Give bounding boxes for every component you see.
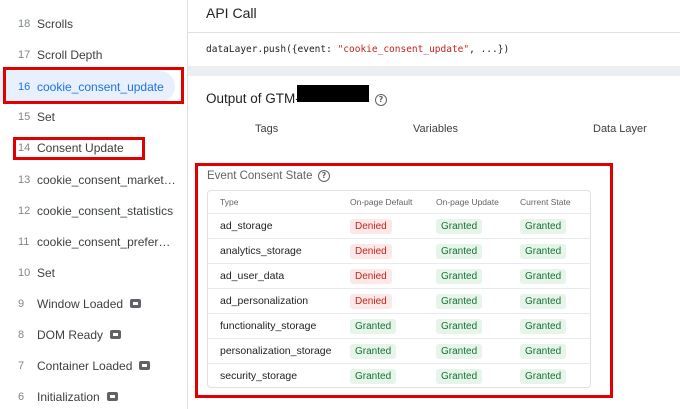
event-item-window-loaded[interactable]: 9 Window Loaded	[0, 288, 188, 319]
event-number: 12	[18, 204, 31, 217]
event-number: 17	[18, 48, 31, 61]
event-number: 15	[18, 110, 31, 123]
event-number: 18	[18, 17, 31, 30]
column-header-on-page-default: On-page Default	[350, 197, 413, 207]
output-tabs: Tags Variables Data Layer	[188, 114, 680, 142]
table-row: security_storage Granted Granted Granted	[208, 363, 590, 387]
event-item-set-2[interactable]: 10 Set	[0, 257, 188, 288]
event-label: Initialization	[37, 389, 100, 404]
event-item-cookie-consent-marketing[interactable]: 13 cookie_consent_marketing	[0, 164, 188, 195]
event-label: cookie_consent_preferences	[37, 234, 177, 249]
status-badge: Granted	[436, 243, 483, 259]
event-number: 11	[18, 235, 30, 248]
highlight-box-consent-update	[13, 137, 145, 160]
help-icon[interactable]: ?	[375, 94, 387, 106]
column-header-type: Type	[220, 197, 239, 207]
event-label: Container Loaded	[37, 358, 133, 373]
event-label: cookie_consent_statistics	[37, 203, 174, 218]
event-number: 10	[18, 266, 31, 279]
event-number: 9	[18, 297, 25, 310]
table-row: functionality_storage Granted Granted Gr…	[208, 313, 590, 338]
status-badge: Granted	[520, 318, 567, 334]
event-number: 6	[18, 390, 25, 403]
tab-tags[interactable]: Tags	[255, 123, 278, 135]
table-row: personalization_storage Granted Granted …	[208, 338, 590, 363]
consent-state-title: Event Consent State	[207, 170, 313, 182]
event-item-scrolls[interactable]: 18 Scrolls	[0, 8, 188, 39]
status-badge: Granted	[520, 268, 567, 284]
consent-type: ad_personalization	[220, 295, 309, 307]
status-badge: Granted	[436, 218, 483, 234]
status-badge: Granted	[436, 268, 483, 284]
status-badge: Denied	[350, 268, 392, 284]
event-number: 7	[18, 359, 25, 372]
table-row: analytics_storage Denied Granted Granted	[208, 238, 590, 263]
code-prefix: dataLayer.push({event:	[206, 44, 338, 55]
event-item-cookie-consent-preferences[interactable]: 11 cookie_consent_preferences	[0, 226, 188, 257]
api-call-code: dataLayer.push({event: "cookie_consent_u…	[188, 32, 680, 66]
status-badge: Denied	[350, 218, 392, 234]
status-badge: Granted	[520, 368, 567, 384]
tab-variables[interactable]: Variables	[413, 123, 458, 135]
event-label: Set	[37, 109, 56, 124]
help-icon[interactable]: ?	[318, 170, 330, 182]
status-badge: Granted	[350, 368, 397, 384]
tag-assistant-window: 18 Scrolls 17 Scroll Depth 16 cookie_con…	[0, 0, 680, 409]
event-consent-state-panel: Event Consent State ? Type On-page Defau…	[195, 163, 613, 398]
status-badge: Granted	[350, 343, 397, 359]
consent-type: ad_user_data	[220, 270, 285, 282]
event-timeline-sidebar: 18 Scrolls 17 Scroll Depth 16 cookie_con…	[0, 0, 188, 409]
status-badge: Granted	[436, 368, 483, 384]
event-item-initialization[interactable]: 6 Initialization	[0, 381, 188, 409]
event-label: Scroll Depth	[37, 47, 103, 62]
table-row: ad_user_data Denied Granted Granted	[208, 263, 590, 288]
api-call-icon	[130, 299, 142, 308]
event-number: 8	[18, 328, 25, 341]
event-item-set[interactable]: 15 Set	[0, 101, 188, 132]
event-label: cookie_consent_marketing	[37, 172, 177, 187]
event-item-cookie-consent-statistics[interactable]: 12 cookie_consent_statistics	[0, 195, 188, 226]
api-call-icon	[106, 392, 118, 401]
status-badge: Denied	[350, 243, 392, 259]
table-header-row: Type On-page Default On-page Update Curr…	[208, 191, 590, 213]
status-badge: Denied	[350, 293, 392, 309]
consent-type: security_storage	[220, 370, 298, 382]
event-label: Scrolls	[37, 16, 74, 31]
event-label: Window Loaded	[37, 296, 124, 311]
status-badge: Granted	[520, 218, 567, 234]
code-suffix: , ...})	[469, 44, 510, 55]
event-label: Set	[37, 265, 56, 280]
status-badge: Granted	[520, 293, 567, 309]
table-row: ad_storage Denied Granted Granted	[208, 213, 590, 238]
status-badge: Granted	[350, 318, 397, 334]
status-badge: Granted	[520, 343, 567, 359]
tab-data-layer[interactable]: Data Layer	[593, 123, 647, 135]
status-badge: Granted	[436, 293, 483, 309]
status-badge: Granted	[520, 243, 567, 259]
consent-state-table: Type On-page Default On-page Update Curr…	[207, 190, 591, 388]
container-id-redaction	[297, 85, 369, 102]
column-header-current-state: Current State	[520, 197, 571, 207]
output-title: Output of GTM-	[206, 91, 300, 106]
api-call-card: API Call dataLayer.push({event: "cookie_…	[188, 0, 680, 66]
event-item-dom-ready[interactable]: 8 DOM Ready	[0, 319, 188, 350]
event-label: DOM Ready	[37, 327, 104, 342]
code-event-string: "cookie_consent_update"	[337, 44, 470, 55]
event-number: 13	[18, 173, 31, 186]
highlight-box-cookie-consent-update	[3, 67, 184, 104]
api-call-title: API Call	[206, 5, 257, 21]
status-badge: Granted	[436, 343, 483, 359]
event-item-scroll-depth[interactable]: 17 Scroll Depth	[0, 39, 188, 70]
event-item-container-loaded[interactable]: 7 Container Loaded	[0, 350, 188, 381]
consent-type: personalization_storage	[220, 345, 332, 357]
column-header-on-page-update: On-page Update	[436, 197, 499, 207]
table-row: ad_personalization Denied Granted Grante…	[208, 288, 590, 313]
consent-type: functionality_storage	[220, 320, 317, 332]
consent-type: analytics_storage	[220, 245, 302, 257]
status-badge: Granted	[436, 318, 483, 334]
consent-type: ad_storage	[220, 220, 273, 232]
api-call-icon	[110, 330, 122, 339]
api-call-icon	[139, 361, 151, 370]
